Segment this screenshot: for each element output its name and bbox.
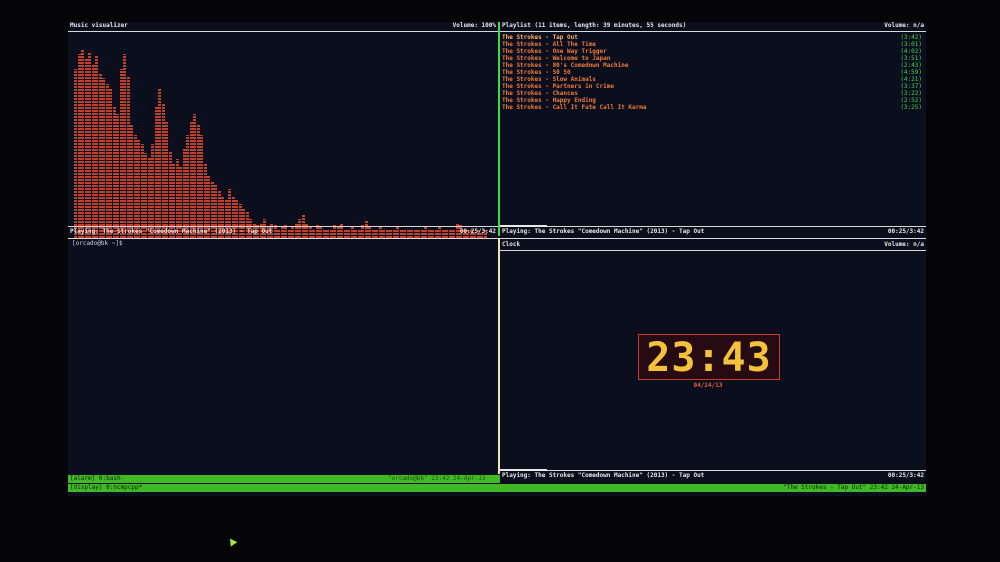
playlist-track[interactable]: The Strokes - Tap Out [502,34,578,41]
visualizer-statusbar: Playing: The Strokes "Comedown Machine" … [68,228,498,236]
playlist-title: Playlist (11 items, length: 39 minutes, … [502,22,687,29]
visualizer-title: Music visualizer [70,22,128,29]
tmux-status-line-1: [alarm] 0:bash- "orcado@bk" 23:42 24-Apr… [68,475,500,483]
playlist-statusbar: Playing: The Strokes "Comedown Machine" … [500,228,926,236]
clock-title: Clock [502,241,521,248]
track-duration: (3:01) [900,41,922,48]
clock-time: 23:43 [646,335,772,381]
track-duration: (4:02) [900,48,922,55]
visualizer-pane[interactable]: Music visualizer Volume: 100% Playing: T… [68,22,498,242]
visualizer-progress-line [68,226,498,227]
tmux-window-alarm[interactable]: [alarm] 0:bash- [68,475,124,482]
playlist-track[interactable]: The Strokes - Welcome to Japan [502,55,610,62]
track-duration: (3:42) [900,34,922,41]
tmux-right-info: "The Strokes - Tap Out" 23:42 24-Apr-13 [783,484,924,491]
clock-titlebar: Clock Volume: n/a [500,241,926,249]
playlist-titlebar: Playlist (11 items, length: 39 minutes, … [500,22,926,30]
shell-prompt[interactable]: [orcado@bk ~]$ [72,240,123,247]
playlist-track[interactable]: The Strokes - Call It Fate Call It Karma [502,104,647,111]
track-duration: (3:51) [900,55,922,62]
track-duration: (3:37) [900,83,922,90]
mouse-cursor-icon [226,536,238,547]
clock-date: 04/24/13 [693,382,723,389]
clock-elapsed: 00:25/3:42 [887,472,924,479]
playlist-time: 00:25/3:42 [887,228,924,235]
playlist-track[interactable]: The Strokes - All The Time [502,41,596,48]
playlist-pane[interactable]: Playlist (11 items, length: 39 minutes, … [500,22,926,242]
playlist-track[interactable]: The Strokes - Happy Ending [502,97,596,104]
playlist-track[interactable]: The Strokes - Chances [502,90,578,97]
clock-now-playing: Playing: The Strokes "Comedown Machine" … [502,472,705,479]
visualizer-titlebar: Music visualizer Volume: 100% [68,22,498,30]
shell-pane[interactable]: [orcado@bk ~]$ [68,236,498,474]
visualizer-now-playing: Playing: The Strokes "Comedown Machine" … [70,228,273,235]
playlist-volume: Volume: n/a [884,22,924,29]
track-duration: (3:25) [900,104,922,111]
playlist-progress-fill[interactable] [500,225,547,227]
playlist-progress-line [500,226,926,227]
playlist-title-divider [500,31,926,32]
track-duration: (2:43) [900,62,922,69]
playlist-now-playing: Playing: The Strokes "Comedown Machine" … [502,228,705,235]
tmux-status-line-2: [display] 0:ncmpcpp* "The Strokes - Tap … [68,484,926,492]
playlist-track[interactable]: The Strokes - One Way Trigger [502,48,607,55]
clock-progress-fill[interactable] [500,469,547,471]
clock-volume: Volume: n/a [884,241,924,248]
visualizer-time: 00:25/3:42 [459,228,496,235]
clock-pane[interactable]: Clock Volume: n/a 23:43 04/24/13 Playing… [500,236,926,492]
tmux-window-display[interactable]: [display] 0:ncmpcpp* [68,484,142,491]
tmux-center-info: "orcado@bk" 23:42 24-Apr-13 [388,475,486,482]
terminal-screen: Music visualizer Volume: 100% Playing: T… [68,22,926,496]
track-duration: (3:22) [900,90,922,97]
playlist-track[interactable]: The Strokes - 80's Comedown Machine [502,62,628,69]
track-duration: (2:52) [900,97,922,104]
shell-top-divider [68,238,498,239]
track-duration: (4:59) [900,69,922,76]
clock-display: 23:43 [638,334,780,380]
clock-statusbar: Playing: The Strokes "Comedown Machine" … [500,472,926,480]
visualizer-title-divider [68,31,498,32]
spectrum-bars [74,48,494,238]
track-duration: (4:21) [900,76,922,83]
clock-top-divider [500,238,926,239]
playlist-track[interactable]: The Strokes - 50 50 [502,69,571,76]
visualizer-volume: Volume: 100% [452,22,496,29]
clock-progress-line [500,470,926,471]
clock-title-divider [500,250,926,251]
playlist-track[interactable]: The Strokes - Partners in Crime [502,83,614,90]
playlist-track[interactable]: The Strokes - Slow Animals [502,76,596,83]
